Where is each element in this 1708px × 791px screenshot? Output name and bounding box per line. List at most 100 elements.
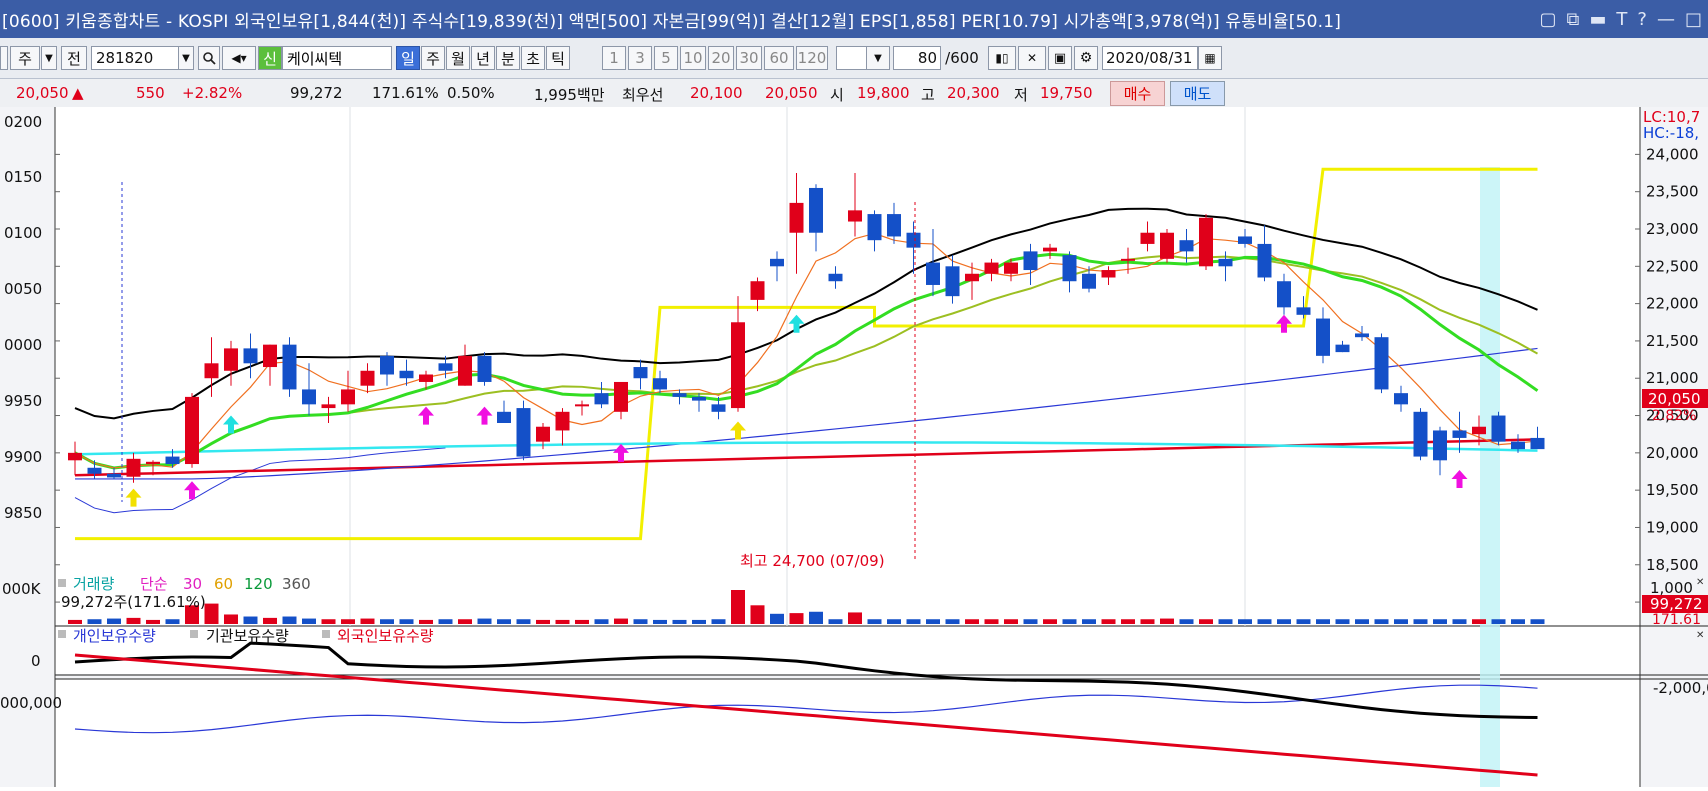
minimize-icon[interactable]: — (1657, 9, 1675, 30)
volume-bar (750, 605, 765, 624)
search-icon[interactable] (198, 46, 220, 70)
stock-badge: 신 (258, 46, 282, 70)
candle-tool-icon[interactable]: ▮▯ (988, 46, 1016, 70)
volume-bar (906, 619, 921, 624)
speaker-icon[interactable]: ◀▾ (222, 46, 256, 70)
candle-body (770, 258, 784, 267)
current-price: 20,050 (16, 84, 69, 102)
tab-interval-6[interactable]: 60 (764, 46, 794, 70)
panel-close-icon[interactable]: ✕ (1696, 630, 1704, 641)
change-value: 550 (136, 84, 165, 102)
tab-interval-label: 1 (609, 49, 619, 67)
tab-interval-3[interactable]: 10 (680, 46, 706, 70)
buy-button-label: 매수 (1123, 85, 1152, 103)
candle-body (1004, 262, 1018, 274)
tab-period-1[interactable]: 주 (421, 46, 445, 70)
tab-period-label: 년 (476, 49, 490, 68)
cascade-icon[interactable]: ⧉ (1567, 9, 1580, 30)
volume-bar (828, 619, 843, 624)
volume-bar (1316, 619, 1330, 624)
window-title: [0600] 키움종합차트 - KOSPI 외국인보유[1,844(천)] 주식… (2, 11, 1342, 32)
high-annotation: 최고 24,700 (07/09) (740, 552, 885, 570)
tab-interval-5[interactable]: 30 (736, 46, 762, 70)
panel-close-icon[interactable]: ✕ (1696, 577, 1704, 588)
stock-code-input[interactable]: 281820 (91, 46, 179, 70)
legend-institution[interactable]: 기관보유수량 (206, 627, 289, 645)
date-input[interactable]: 2020/08/31 (1102, 46, 1198, 70)
candle-body (1394, 393, 1408, 405)
right-axis-label: 18,500 (1646, 556, 1699, 574)
help-icon[interactable]: ? (1637, 9, 1647, 30)
chart-area[interactable]: 최고 24,700 (07/09) 0200 0150 0100 0050 0000 99… (0, 107, 1708, 787)
volume-current-tag-text: 99,272 (1650, 595, 1703, 613)
volume-bar (1491, 619, 1506, 624)
chevron-down-icon[interactable]: ▼ (866, 46, 890, 70)
volume-bar (1374, 619, 1389, 624)
volume-bar (282, 616, 297, 624)
highlight-band-rect (1480, 167, 1500, 787)
chevron-down-icon[interactable]: ▼ (41, 46, 57, 70)
volume-legend-120[interactable]: 120 (244, 575, 273, 593)
sell-button[interactable]: 매도 (1170, 81, 1225, 106)
tab-period-label: 틱 (551, 49, 565, 68)
volume-legend-30[interactable]: 30 (183, 575, 202, 593)
candle-body (1433, 430, 1447, 461)
restore-icon[interactable]: ▢ (1540, 9, 1557, 30)
volume-bar (126, 617, 141, 624)
legend-individual[interactable]: 개인보유수량 (73, 627, 156, 645)
legend-foreign[interactable]: 외국인보유수량 (337, 627, 434, 645)
right-axis-label: 19,500 (1646, 481, 1699, 499)
tab-period-label: 월 (451, 49, 465, 68)
tab-period-4[interactable]: 분 (496, 46, 520, 70)
period-dropdown[interactable]: 주 (10, 46, 40, 70)
tab-interval-4[interactable]: 20 (708, 46, 734, 70)
chevron-down-icon[interactable]: ▼ (178, 46, 194, 70)
tab-period-5[interactable]: 초 (521, 46, 545, 70)
candle-body (1335, 344, 1350, 353)
crosshair-icon[interactable]: ✕ (1018, 46, 1046, 70)
candle-body (1121, 258, 1135, 261)
volume-bar (711, 619, 726, 624)
volume-bar (1335, 619, 1350, 624)
candle-body (1413, 411, 1428, 457)
volume-bar (984, 619, 999, 624)
prev-button[interactable]: 전 (61, 46, 87, 70)
volume-bar (419, 619, 433, 624)
volume-bar (945, 619, 960, 624)
tab-interval-1[interactable]: 3 (628, 46, 652, 70)
tab-interval-2[interactable]: 5 (654, 46, 678, 70)
volume-legend-360[interactable]: 360 (282, 575, 311, 593)
tab-period-6[interactable]: 틱 (546, 46, 570, 70)
tab-interval-0[interactable]: 1 (602, 46, 626, 70)
date-value: 2020/08/31 (1106, 49, 1193, 67)
candle-body (1257, 243, 1272, 278)
holding-panel[interactable] (55, 679, 1640, 787)
tab-period-0[interactable]: 일 (396, 46, 420, 70)
period-dropdown-label: 주 (18, 49, 32, 68)
volume-bar (1394, 619, 1408, 624)
stock-name-field[interactable]: 케이씨텍 (282, 46, 392, 70)
maximize-icon[interactable]: □ (1685, 9, 1702, 30)
volume-legend-title[interactable]: 거래량 (73, 575, 115, 593)
gear-icon[interactable]: ⚙ (1074, 46, 1098, 70)
count-total-label: /600 (945, 49, 979, 67)
quote-bar: 20,050 ▲ 550 +2.82% 99,272 171.61% 0.50%… (0, 79, 1708, 108)
candle-body (146, 461, 160, 465)
volume-bar (165, 619, 180, 624)
volume-legend-ma[interactable]: 단순 (140, 575, 168, 593)
font-icon[interactable]: T (1616, 9, 1627, 30)
layout-toggle[interactable] (0, 46, 8, 70)
volume-legend-60[interactable]: 60 (214, 575, 233, 593)
stock-name-value: 케이씨텍 (287, 49, 343, 68)
save-icon[interactable]: ▣ (1048, 46, 1072, 70)
tab-interval-7[interactable]: 120 (796, 46, 828, 70)
count-input[interactable]: 80 (893, 46, 941, 70)
calendar-icon[interactable]: ▦ (1198, 46, 1222, 70)
candle-body (887, 214, 901, 237)
buy-button[interactable]: 매수 (1110, 81, 1165, 106)
sell-button-label: 매도 (1183, 85, 1212, 103)
tab-period-3[interactable]: 년 (471, 46, 495, 70)
tab-period-2[interactable]: 월 (446, 46, 470, 70)
pin-icon[interactable]: ▬ (1589, 9, 1606, 30)
volume-info: 99,272주(171.61%) (61, 593, 206, 611)
